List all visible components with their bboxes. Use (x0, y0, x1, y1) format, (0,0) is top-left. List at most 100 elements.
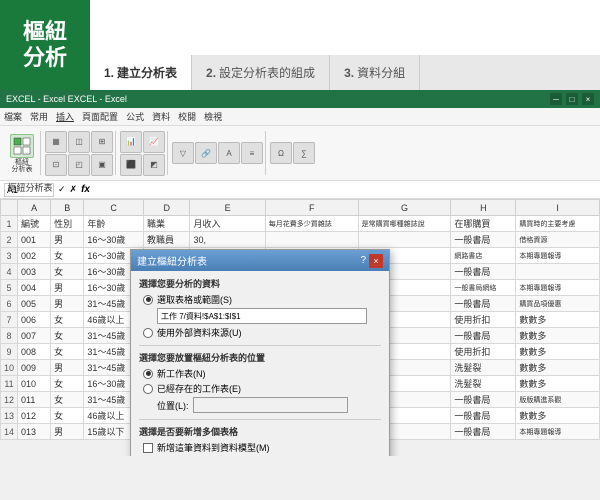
formula-bar: ✓ ✗ fx (0, 181, 600, 199)
placement-radio-group: 新工作表(N) 已經存在的工作表(E) 位置(L): (143, 367, 381, 413)
filter-icon[interactable]: ▽ (172, 142, 194, 164)
formula-check[interactable]: ✓ (58, 184, 66, 195)
toolbar-icon-4[interactable]: ⊡ (45, 154, 67, 176)
maximize-icon[interactable]: □ (566, 93, 578, 105)
chart-icon-1[interactable]: 📊 (120, 131, 142, 153)
menu-item-layout[interactable]: 頁面配置 (82, 110, 118, 123)
cell-g1[interactable]: 是常購買哪種雜誌說 (358, 216, 451, 232)
menu-item-view[interactable]: 檢視 (204, 110, 222, 123)
nav-tabs: 1. 建立分析表 2. 設定分析表的組成 3. 資料分組 (90, 55, 600, 90)
text-icon[interactable]: A (218, 142, 240, 164)
radio-dot-4 (143, 384, 153, 394)
ribbon-content: 樞紐分析表 ▦ ◫ ⊞ ⊡ ◰ ▣ 📊 � (0, 126, 600, 181)
radio-external[interactable]: 使用外部資料來源(U) (143, 326, 381, 339)
toolbar-icon-6[interactable]: ▣ (91, 154, 113, 176)
pivot-table-section: 樞紐分析表 (4, 131, 41, 175)
data-source-radio-group: 選取表格或範圍(S) 使用外部資料來源(U) (143, 293, 381, 339)
dialog-title-text: 建立樞紐分析表 (137, 253, 207, 268)
divider-1 (139, 345, 381, 346)
cell-i1[interactable]: 購買時的主要考慮 (516, 216, 600, 232)
menu-item-review[interactable]: 校閱 (178, 110, 196, 123)
header-banner: 樞紐 分析 (0, 0, 90, 90)
section1-title: 選擇您要分析的資料 (139, 277, 381, 290)
pivot-table-button[interactable]: 樞紐分析表 (6, 133, 38, 173)
location-label: 位置(L): (157, 399, 189, 412)
dialog-title-bar: 建立樞紐分析表 ? × (131, 250, 389, 271)
link-icon[interactable]: 🔗 (195, 142, 217, 164)
menu-item-data[interactable]: 資料 (152, 110, 170, 123)
checkbox-box-1 (143, 443, 153, 453)
col-header-g: G (358, 200, 451, 216)
radio-existing-sheet[interactable]: 已經存在的工作表(E) (143, 382, 381, 395)
pivot-icon (10, 134, 34, 158)
col-header-h: H (451, 200, 516, 216)
radio-dot-1 (143, 295, 153, 305)
tab-configure-table[interactable]: 2. 設定分析表的組成 (192, 55, 330, 90)
radio-label-4: 已經存在的工作表(E) (157, 382, 241, 395)
create-pivot-dialog: 建立樞紐分析表 ? × 選擇您要分析的資料 選取表格或範圍(S) (130, 249, 390, 456)
toolbar-icon-3[interactable]: ⊞ (91, 131, 113, 153)
dialog-help-icon[interactable]: ? (360, 255, 366, 266)
cell-h1[interactable]: 在哪購買 (451, 216, 516, 232)
menu-item-insert[interactable]: 插入 (56, 110, 74, 123)
spreadsheet[interactable]: A B C D E F G H I 1 編號 性別 年齡 職業 (0, 199, 600, 456)
radio-label-2: 使用外部資料來源(U) (157, 326, 242, 339)
radio-label-3: 新工作表(N) (157, 367, 206, 380)
table-row: 2001男16～30歲教職員30,一般書局借格資源 (1, 232, 600, 248)
toolbar-section-4: ▽ 🔗 A ≡ (170, 131, 266, 175)
cell-c1[interactable]: 年齡 (84, 216, 144, 232)
col-header-d: D (144, 200, 190, 216)
checkbox-label-1: 新增這筆資料到資料模型(M) (157, 441, 270, 454)
dialog-body: 選擇您要分析的資料 選取表格或範圍(S) 使用外部資料來源(U) (131, 271, 389, 456)
col-header-f: F (265, 200, 358, 216)
menu-item-formula[interactable]: 公式 (126, 110, 144, 123)
dialog-close-button[interactable]: × (369, 254, 383, 268)
location-input[interactable] (193, 397, 348, 413)
section2-title: 選擇您要放置樞紐分析表的位置 (139, 351, 381, 364)
col-header-row (1, 200, 18, 216)
table-row: 1 編號 性別 年齡 職業 月收入 每月花費多少買雜誌 是常購買哪種雜誌說 在哪… (1, 216, 600, 232)
menu-item-home[interactable]: 常用 (30, 110, 48, 123)
cell-a1[interactable]: 編號 (18, 216, 51, 232)
chart-icon-4[interactable]: ◩ (143, 154, 165, 176)
sidebar-label: 樞紐分析表 (2, 183, 58, 194)
toolbar-icon-5[interactable]: ◰ (68, 154, 90, 176)
symbol-icon[interactable]: Ω (270, 142, 292, 164)
radio-table-range[interactable]: 選取表格或範圍(S) (143, 293, 381, 306)
data-source-section: 選擇您要分析的資料 選取表格或範圍(S) 使用外部資料來源(U) (139, 277, 381, 339)
tab-create-table[interactable]: 1. 建立分析表 (90, 55, 192, 90)
col-header-i: I (516, 200, 600, 216)
toolbar-section-5: Ω ∑ (268, 131, 317, 175)
divider-2 (139, 419, 381, 420)
minimize-icon[interactable]: ─ (550, 93, 562, 105)
tab-data-group[interactable]: 3. 資料分組 (330, 55, 420, 90)
cell-d1[interactable]: 職業 (144, 216, 190, 232)
checkbox-data-model[interactable]: 新增這筆資料到資料模型(M) (143, 441, 381, 454)
radio-label-1: 選取表格或範圍(S) (157, 293, 232, 306)
cell-b1[interactable]: 性別 (51, 216, 84, 232)
menu-bar: 檔案 常用 插入 頁面配置 公式 資料 校閱 檢視 (0, 108, 600, 126)
excel-area: EXCEL - Excel EXCEL - Excel ─ □ × 檔案 常用 … (0, 90, 600, 500)
toolbar-icon-2[interactable]: ◫ (68, 131, 90, 153)
formula-cancel[interactable]: ✗ (70, 184, 78, 195)
radio-dot-3 (143, 369, 153, 379)
range-input[interactable] (157, 308, 367, 324)
formula-fx-icon: fx (81, 184, 90, 195)
placement-section: 選擇您要放置樞紐分析表的位置 新工作表(N) 已經存在的工作表(E) 位置(L)… (139, 351, 381, 413)
cell-f1[interactable]: 每月花費多少買雜誌 (265, 216, 358, 232)
excel-title-text: EXCEL - Excel EXCEL - Excel (6, 94, 127, 104)
col-header-c: C (84, 200, 144, 216)
menu-item-file[interactable]: 檔案 (4, 110, 22, 123)
cell-e1[interactable]: 月收入 (190, 216, 265, 232)
toolbar-section-2: ▦ ◫ ⊞ ⊡ ◰ ▣ (43, 131, 116, 175)
toolbar-icon-1[interactable]: ▦ (45, 131, 67, 153)
equation-icon[interactable]: ∑ (293, 142, 315, 164)
header-title: 樞紐 分析 (23, 19, 67, 72)
chart-icon-2[interactable]: 📈 (143, 131, 165, 153)
toolbar-section-3: 📊 📈 ⬛ ◩ (118, 131, 168, 175)
header-icon[interactable]: ≡ (241, 142, 263, 164)
radio-new-sheet[interactable]: 新工作表(N) (143, 367, 381, 380)
close-icon[interactable]: × (582, 93, 594, 105)
chart-icon-3[interactable]: ⬛ (120, 154, 142, 176)
excel-title-bar: EXCEL - Excel EXCEL - Excel ─ □ × (0, 90, 600, 108)
